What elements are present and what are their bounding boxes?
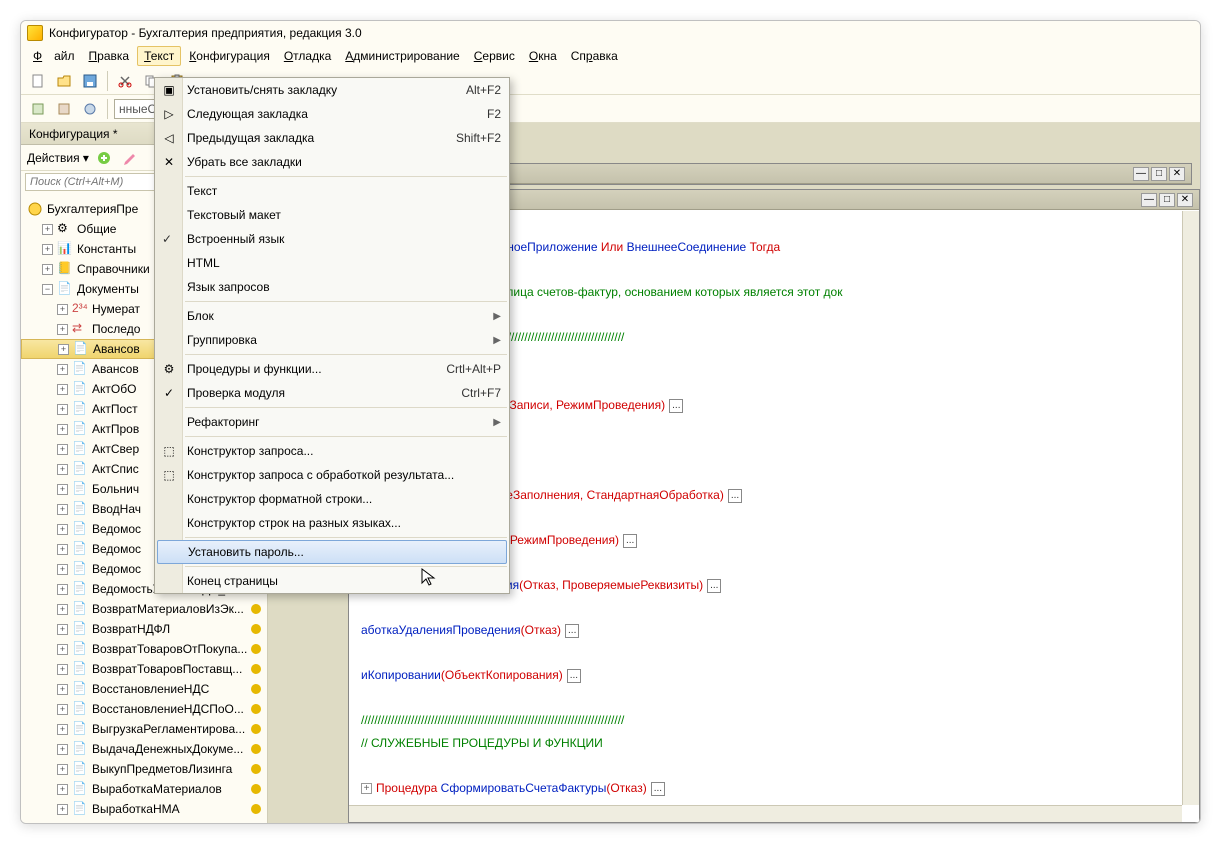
folder-icon: ⚙ [57,221,73,237]
clear-icon: ✕ [161,154,177,170]
menubar: Файл Правка Текст Конфигурация Отладка А… [21,45,1200,67]
minimize-icon[interactable]: — [1133,167,1149,181]
menu-set-password[interactable]: Установить пароль... [157,540,507,564]
submenu-arrow-icon: ▶ [493,417,501,428]
menu-config[interactable]: Конфигурация [183,47,276,65]
menu-text-template[interactable]: Текстовый макет [155,203,509,227]
submenu-arrow-icon: ▶ [493,311,501,322]
open-icon[interactable] [53,70,75,92]
menu-format-constructor[interactable]: Конструктор форматной строки... [155,487,509,511]
menu-string-constructor[interactable]: Конструктор строк на разных языках... [155,511,509,535]
menu-query-constructor[interactable]: ⬚Конструктор запроса... [155,439,509,463]
globe-icon [27,201,43,217]
window-title: Конфигуратор - Бухгалтерия предприятия, … [49,26,362,40]
tool-icon[interactable] [53,98,75,120]
menu-page-end[interactable]: Конец страницы [155,569,509,593]
text-menu-dropdown: ▣Установить/снять закладкуAlt+F2 ▷Следую… [154,77,510,594]
const-icon: 📊 [57,241,73,257]
menu-next-bookmark[interactable]: ▷Следующая закладкаF2 [155,102,509,126]
menu-check-module[interactable]: ✓Проверка модуляCtrl+F7 [155,381,509,405]
menu-windows[interactable]: Окна [523,47,563,65]
scrollbar-horizontal[interactable] [349,805,1182,822]
constructor-icon: ⬚ [161,443,177,459]
close-icon[interactable]: ✕ [1169,167,1185,181]
save-icon[interactable] [79,70,101,92]
menu-procedures[interactable]: ⚙Процедуры и функции...Crtl+Alt+P [155,357,509,381]
menu-help[interactable]: Справка [565,47,624,65]
sidebar-actions[interactable]: Действия ▾ [27,151,89,165]
maximize-icon[interactable]: □ [1151,167,1167,181]
menu-text[interactable]: Текст [137,46,181,66]
catalog-icon: 📒 [57,261,73,277]
menu-set-bookmark[interactable]: ▣Установить/снять закладкуAlt+F2 [155,78,509,102]
menu-plain-text[interactable]: Текст [155,179,509,203]
docs-icon: 📄 [57,281,73,297]
app-icon [27,25,43,41]
menu-query-constructor-result[interactable]: ⬚Конструктор запроса с обработкой резуль… [155,463,509,487]
menu-grouping[interactable]: Группировка▶ [155,328,509,352]
menu-clear-bookmarks[interactable]: ✕Убрать все закладки [155,150,509,174]
menu-edit[interactable]: Правка [83,47,136,65]
add-icon[interactable] [93,147,115,169]
fold-icon[interactable]: + [361,783,372,794]
menu-query-lang[interactable]: Язык запросов [155,275,509,299]
check-icon: ✓ [162,232,172,246]
scrollbar-vertical[interactable] [1182,211,1199,805]
procs-icon: ⚙ [161,361,177,377]
menu-refactoring[interactable]: Рефакторинг▶ [155,410,509,434]
titlebar: Конфигуратор - Бухгалтерия предприятия, … [21,21,1200,45]
prev-icon: ◁ [161,130,177,146]
menu-service[interactable]: Сервис [468,47,521,65]
tree-collapse-icon[interactable]: − [42,284,53,295]
tree-expand-icon[interactable]: + [42,244,53,255]
maximize-icon[interactable]: □ [1159,193,1175,207]
edit-icon[interactable] [119,147,141,169]
menu-builtin-lang[interactable]: ✓Встроенный язык [155,227,509,251]
new-icon[interactable] [27,70,49,92]
tool-icon[interactable] [79,98,101,120]
menu-block[interactable]: Блок▶ [155,304,509,328]
check-icon: ✓ [161,385,177,401]
tree-expand-icon[interactable]: + [42,264,53,275]
menu-html[interactable]: HTML [155,251,509,275]
menu-debug[interactable]: Отладка [278,47,337,65]
tree-expand-icon[interactable]: + [42,224,53,235]
submenu-arrow-icon: ▶ [493,335,501,346]
bookmark-icon: ▣ [161,82,177,98]
menu-admin[interactable]: Администрирование [339,47,465,65]
cut-icon[interactable] [114,70,136,92]
menu-file[interactable]: Файл [27,47,81,65]
tool-icon[interactable] [27,98,49,120]
constructor-icon: ⬚ [161,467,177,483]
close-icon[interactable]: ✕ [1177,193,1193,207]
next-icon: ▷ [161,106,177,122]
menu-prev-bookmark[interactable]: ◁Предыдущая закладкаShift+F2 [155,126,509,150]
minimize-icon[interactable]: — [1141,193,1157,207]
